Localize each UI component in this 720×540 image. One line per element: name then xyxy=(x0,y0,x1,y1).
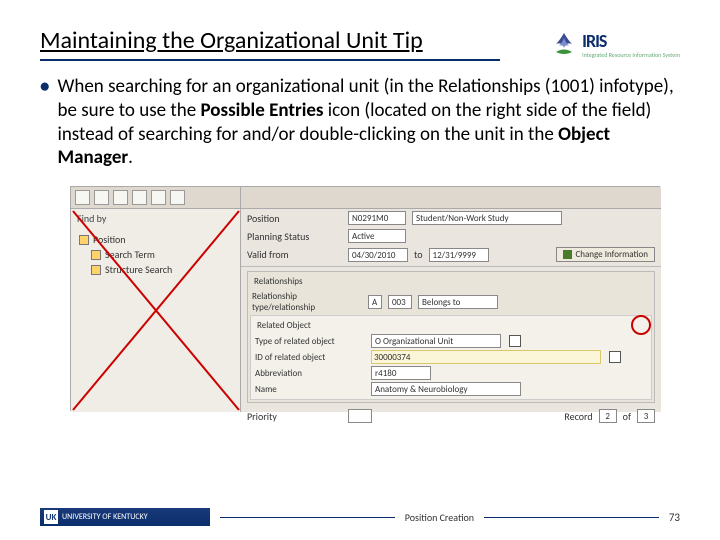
change-information-button[interactable]: Change Information xyxy=(556,247,655,262)
bullet-text: When searching for an organizational uni… xyxy=(57,75,680,170)
toolbar-icon xyxy=(113,190,128,205)
red-circle-annotation xyxy=(631,315,651,335)
type-of-related-object-field: O Organizational Unit xyxy=(371,334,501,348)
related-object-header: Related Object xyxy=(253,318,649,333)
name-label: Name xyxy=(255,384,365,395)
footer-title: Position Creation xyxy=(405,511,474,524)
record-of-label: of xyxy=(623,410,631,423)
bullet-text-post: . xyxy=(128,146,133,169)
valid-from-field: 04/30/2010 xyxy=(348,248,408,262)
possible-entries-icon[interactable] xyxy=(609,351,621,363)
page-number: 73 xyxy=(669,511,680,524)
rel-c-field: Belongs to xyxy=(418,295,498,309)
bullet-bold-possible-entries: Possible Entries xyxy=(201,99,324,122)
id-of-related-object-field[interactable]: 30000374 xyxy=(371,350,601,364)
object-tree: Position Search Term Structure Search xyxy=(71,228,240,281)
planning-status-label: Planning Status xyxy=(247,230,342,243)
record-label: Record xyxy=(564,410,592,423)
abbreviation-field: r4180 xyxy=(371,366,431,380)
position-label: Position xyxy=(247,212,342,225)
detail-panel: Position N0291M0 Student/Non-Work Study … xyxy=(241,187,661,412)
slide-title: Maintaining the Organizational Unit Tip xyxy=(40,26,423,57)
tree-label: Structure Search xyxy=(105,263,172,276)
change-information-label: Change Information xyxy=(575,249,648,260)
record-current-field: 2 xyxy=(599,409,617,423)
id-of-related-object-label: ID of related object xyxy=(255,352,365,363)
find-by-label: Find by xyxy=(71,209,240,228)
left-toolbar xyxy=(71,187,240,209)
iris-name: IRIS xyxy=(582,30,680,52)
tree-icon xyxy=(79,235,89,245)
footer-rule xyxy=(484,517,659,518)
dropdown-icon[interactable] xyxy=(509,335,521,347)
slide-footer: UK UNIVERSITY OF KENTUCKY Position Creat… xyxy=(0,508,720,526)
object-manager-panel: Find by Position Search Term Structure S… xyxy=(71,187,241,412)
to-label: to xyxy=(414,248,423,261)
rel-a-field: A xyxy=(368,295,382,309)
toolbar-icon xyxy=(132,190,147,205)
footer-rule xyxy=(220,517,395,518)
related-object-group: Related Object Type of related object O … xyxy=(250,315,652,400)
priority-field xyxy=(348,409,372,423)
iris-logo: IRIS Integrated Resource Information Sys… xyxy=(550,30,680,58)
name-field: Anatomy & Neurobiology xyxy=(371,382,521,396)
type-of-related-object-label: Type of related object xyxy=(255,336,365,347)
tree-item-structure-search: Structure Search xyxy=(77,262,234,277)
relationships-panel: Relationships Relationship type/relation… xyxy=(247,271,655,403)
iris-icon xyxy=(550,30,578,58)
valid-to-field: 12/31/9999 xyxy=(429,248,489,262)
toolbar-icon xyxy=(151,190,166,205)
planning-status-field: Active xyxy=(348,229,406,243)
tree-label: Position xyxy=(93,233,126,246)
tree-item-search-term: Search Term xyxy=(77,247,234,262)
toolbar-icon xyxy=(170,190,185,205)
tree-label: Search Term xyxy=(105,248,155,261)
valid-from-label: Valid from xyxy=(247,248,342,261)
rel-b-field: 003 xyxy=(388,295,412,309)
tree-root-position: Position xyxy=(77,232,234,247)
pencil-icon xyxy=(563,250,572,259)
tree-icon xyxy=(91,265,101,275)
relationship-type-label: Relationship type/relationship xyxy=(252,291,362,313)
bullet-marker: • xyxy=(40,75,49,170)
uk-mark-icon: UK xyxy=(44,510,58,524)
priority-label: Priority xyxy=(247,410,342,423)
position-field: N0291M0 xyxy=(348,211,406,225)
university-name: UNIVERSITY OF KENTUCKY xyxy=(62,512,148,522)
record-total-field: 3 xyxy=(637,409,655,423)
toolbar-icon xyxy=(75,190,90,205)
iris-subtitle: Integrated Resource Information System xyxy=(582,52,680,58)
toolbar-icon xyxy=(94,190,109,205)
relationships-header: Relationships xyxy=(250,274,652,289)
right-toolbar xyxy=(241,187,661,209)
bullet-item: • When searching for an organizational u… xyxy=(40,75,680,170)
tree-icon xyxy=(91,250,101,260)
university-brand: UK UNIVERSITY OF KENTUCKY xyxy=(40,508,210,526)
position-desc-field: Student/Non-Work Study xyxy=(412,211,562,225)
abbreviation-label: Abbreviation xyxy=(255,368,365,379)
title-rule xyxy=(40,59,500,61)
screenshot-region: Find by Position Search Term Structure S… xyxy=(70,186,660,411)
